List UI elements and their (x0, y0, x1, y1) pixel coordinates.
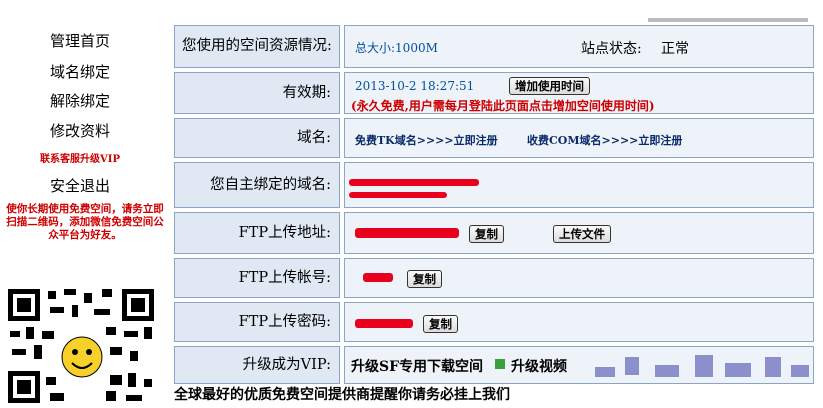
redacted-domain-1 (349, 179, 479, 186)
redacted-ftp-password (355, 319, 413, 328)
add-time-button[interactable]: 增加使用时间 (509, 77, 590, 95)
domain-value-cell: 免费TK域名>>>>立即注册 收费COM域名>>>>立即注册 (344, 118, 814, 158)
copy-ftp-account-button[interactable]: 复制 (407, 270, 442, 288)
ftp-address-value-cell: 复制 上传文件 (344, 212, 814, 254)
nav-manage-home[interactable]: 管理首页 (0, 30, 160, 51)
paid-com-domain-link[interactable]: 收费COM域名>>>>立即注册 (527, 132, 682, 148)
copy-ftp-password-button[interactable]: 复制 (423, 315, 458, 333)
space-total: 总大小:1000M (355, 41, 438, 55)
blurred-decoration-icon (585, 349, 813, 383)
ftp-account-value-cell: 复制 (344, 258, 814, 298)
ftp-address-label: FTP上传地址: (174, 212, 340, 254)
footer-notice: 全球最好的优质免费空间提供商提醒你请务必挂上我们 (174, 387, 510, 403)
row-vip-upgrade: 升级成为VIP: 升级SF专用下载空间 升级视频 (174, 346, 814, 384)
nav-edit-profile[interactable]: 修改资料 (0, 120, 160, 141)
vip-video-link[interactable]: 升级视频 (511, 356, 567, 376)
nav-logout[interactable]: 安全退出 (0, 175, 160, 196)
redacted-ftp-account (363, 273, 393, 282)
vip-upgrade-value-cell: 升级SF专用下载空间 升级视频 (344, 346, 814, 384)
redacted-domain-2 (349, 192, 447, 198)
ftp-password-label: FTP上传密码: (174, 302, 340, 342)
vip-upgrade-label: 升级成为VIP: (174, 346, 340, 384)
row-domain: 域名: 免费TK域名>>>>立即注册 收费COM域名>>>>立即注册 (174, 118, 814, 158)
qr-code-icon (6, 287, 156, 405)
vip-download-space-link[interactable]: 升级SF专用下载空间 (351, 356, 483, 376)
sidebar: 管理首页 域名绑定 解除绑定 修改资料 联系客服升级VIP 安全退出 使你长期使… (0, 0, 170, 408)
copy-ftp-address-button[interactable]: 复制 (469, 225, 504, 243)
nav-contact-vip[interactable]: 联系客服升级VIP (0, 150, 160, 165)
row-ftp-address: FTP上传地址: 复制 上传文件 (174, 212, 814, 254)
space-usage-label: 您使用的空间资源情况: (174, 25, 340, 68)
nav-domain-bind[interactable]: 域名绑定 (0, 61, 160, 82)
expiry-date: 2013-10-2 18:27:51 (355, 79, 475, 93)
bound-domain-value-cell (344, 162, 814, 208)
ftp-account-label: FTP上传帐号: (174, 258, 340, 298)
site-status-value: 正常 (661, 41, 689, 57)
row-bound-domain: 您自主绑定的域名: (174, 162, 814, 208)
space-usage-value-cell: 总大小:1000M 站点状态: 正常 (344, 25, 814, 68)
expiry-value-cell: 2013-10-2 18:27:51 增加使用时间 (永久免费,用户需每月登陆此… (344, 72, 814, 114)
nav-domain-unbind[interactable]: 解除绑定 (0, 90, 160, 111)
expiry-label: 有效期: (174, 72, 340, 114)
ftp-password-value-cell: 复制 (344, 302, 814, 342)
site-status-label: 站点状态: (581, 41, 642, 57)
row-expiry: 有效期: 2013-10-2 18:27:51 增加使用时间 (永久免费,用户需… (174, 72, 814, 114)
free-tk-domain-link[interactable]: 免费TK域名>>>>立即注册 (355, 132, 498, 148)
row-ftp-account: FTP上传帐号: 复制 (174, 258, 814, 298)
checkbox-icon (495, 359, 505, 369)
upload-file-button[interactable]: 上传文件 (553, 225, 611, 243)
bound-domain-label: 您自主绑定的域名: (174, 162, 340, 208)
row-ftp-password: FTP上传密码: 复制 (174, 302, 814, 342)
promo-text: 使你长期使用免费空间，请务立即扫描二维码，添加微信免费空间公众平台为好友。 (6, 203, 164, 241)
redacted-ftp-address (355, 228, 459, 238)
expiry-notice: (永久免费,用户需每月登陆此页面点击增加空间使用时间) (351, 99, 655, 113)
row-space-usage: 您使用的空间资源情况: 总大小:1000M 站点状态: 正常 (174, 25, 814, 68)
domain-label: 域名: (174, 118, 340, 158)
